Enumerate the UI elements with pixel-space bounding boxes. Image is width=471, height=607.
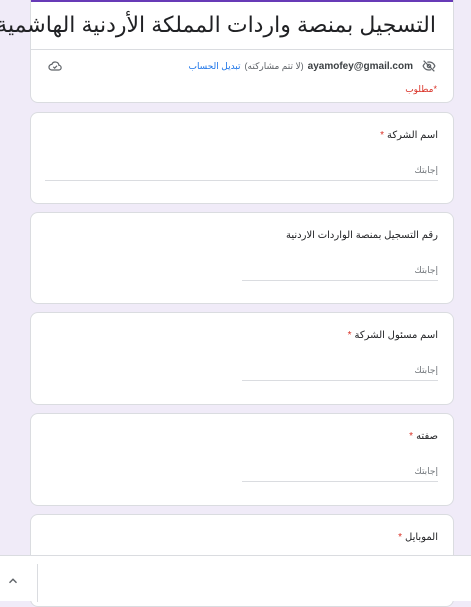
eye-off-icon[interactable] <box>421 58 437 74</box>
required-star: * <box>409 431 414 442</box>
required-note: *مطلوب <box>405 84 437 94</box>
required-star: * <box>380 130 385 141</box>
header-divider <box>31 49 453 50</box>
question-card-manager-name: اسم مسئول الشركة* إجابتك <box>30 312 454 405</box>
form-title: التسجيل بمنصة واردات المملكة الأردنية ال… <box>0 12 436 37</box>
switch-account-link[interactable]: تبديل الحساب <box>188 61 240 72</box>
chevron-up-icon[interactable] <box>6 574 20 588</box>
company-name-input[interactable]: إجابتك <box>45 165 438 181</box>
account-row: ayamofey@gmail.com (لا تتم مشاركته) تبدي… <box>47 56 437 76</box>
question-label: اسم الشركة* <box>380 130 438 141</box>
question-label: اسم مسئول الشركة* <box>348 330 438 341</box>
registration-number-input[interactable]: إجابتك <box>242 265 438 281</box>
not-shared-note: (لا تتم مشاركته) <box>244 60 304 71</box>
required-star: * <box>347 330 352 341</box>
cloud-saved-icon <box>48 61 62 71</box>
required-star: * <box>398 532 403 543</box>
manager-name-input[interactable]: إجابتك <box>242 365 438 381</box>
question-text: اسم الشركة <box>387 130 438 141</box>
bottom-bar <box>0 555 471 602</box>
question-text: اسم مسئول الشركة <box>354 330 438 341</box>
form-header-card: التسجيل بمنصة واردات المملكة الأردنية ال… <box>0 0 454 103</box>
question-text: رقم التسجيل بمنصة الواردات الاردنية <box>286 230 438 241</box>
bottom-bar-divider <box>37 564 38 602</box>
question-text: صفته <box>416 431 438 442</box>
position-input[interactable]: إجابتك <box>242 466 438 482</box>
question-card-company-name: اسم الشركة* إجابتك <box>30 112 454 204</box>
question-card-registration-number: رقم التسجيل بمنصة الواردات الاردنية إجاب… <box>30 212 454 304</box>
account-email: ayamofey@gmail.com <box>307 60 413 72</box>
question-label: صفته* <box>409 431 438 442</box>
question-card-position: صفته* إجابتك <box>30 413 454 506</box>
question-label: رقم التسجيل بمنصة الواردات الاردنية <box>286 230 438 241</box>
question-text: الموبايل <box>405 532 438 543</box>
question-label: الموبايل* <box>398 532 438 543</box>
